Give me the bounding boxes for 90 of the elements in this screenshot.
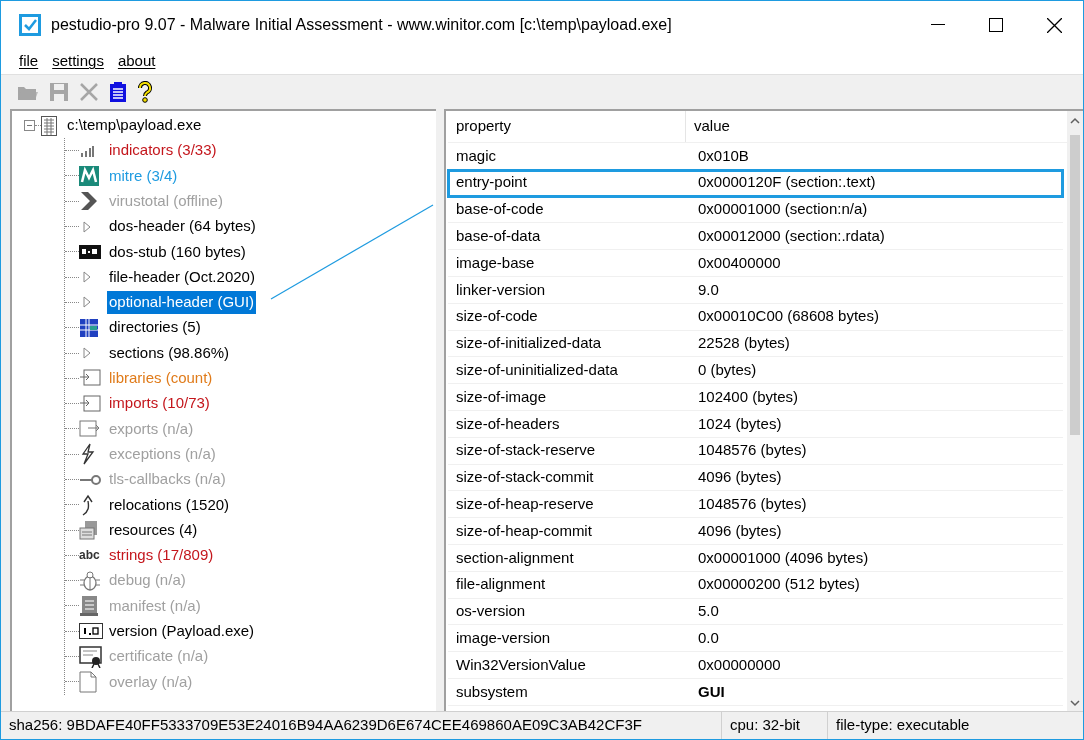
table-cell-text: image-version	[455, 628, 552, 648]
import-icon	[79, 368, 101, 389]
table-cell-text: subsystem	[455, 681, 529, 702]
table-cell-text: base-of-code	[455, 199, 545, 220]
scrollbar[interactable]	[1067, 111, 1083, 711]
table-cell-text: Win32VersionValue	[455, 654, 587, 675]
table-cell-text: 0x00012000 (section:.rdata)	[697, 226, 886, 247]
document-icon	[79, 595, 99, 617]
table-cell-text: linker-version	[455, 279, 547, 300]
page-icon	[79, 670, 97, 693]
menu-item[interactable]: about	[117, 50, 156, 73]
tree-item[interactable]: indicators (3/33)	[107, 139, 219, 162]
app-icon	[19, 14, 41, 36]
tree-item[interactable]: imports (10/73)	[107, 392, 212, 415]
tree-item[interactable]: file-header (Oct.2020)	[107, 265, 257, 289]
table-cell-text: size-of-stack-reserve	[455, 440, 597, 461]
export-icon	[79, 418, 101, 439]
scroll-thumb[interactable]	[1070, 135, 1080, 435]
table-cell-text: 4096 (bytes)	[697, 520, 783, 541]
chevron-icon	[79, 191, 99, 212]
table-cell-text: size-of-initialized-data	[455, 333, 603, 354]
table-cell-text: section-alignment	[455, 547, 575, 568]
tree-item[interactable]: resources (4)	[107, 518, 200, 542]
table-cell-text: 0x00001000 (4096 bytes)	[697, 547, 870, 568]
clipboard-icon[interactable]	[109, 81, 127, 103]
tree-item[interactable]: strings (17/809)	[107, 544, 216, 567]
tree-item[interactable]: version (Payload.exe)	[107, 620, 257, 643]
table-cell-text: size-of-heap-commit	[455, 520, 593, 541]
table-cell-text: 0x00001000 (section:n/a)	[697, 199, 869, 220]
table-cell-text: 1048576 (bytes)	[697, 494, 808, 514]
tree-item[interactable]: c:\temp\payload.exe	[67, 114, 202, 137]
table-cell-text: 0.0	[697, 628, 720, 648]
table-cell-text: 1024 (bytes)	[697, 413, 783, 434]
tree-item[interactable]: relocations (1520)	[107, 493, 232, 517]
table-cell-text: 5.0	[697, 601, 720, 622]
tree-item[interactable]: directories (5)	[107, 316, 203, 339]
tree-item[interactable]: sections (98.86%)	[107, 341, 232, 365]
table-cell-text: size-of-stack-commit	[455, 467, 595, 488]
table-cell-text: magic	[455, 145, 497, 166]
table-cell-text: file-alignment	[455, 574, 547, 595]
window-title: pestudio-pro 9.07 - Malware Initial Assessment - www.winitor.com [c:\temp\payload.exe]	[51, 15, 673, 35]
close-icon	[1046, 17, 1062, 33]
minimize-icon	[931, 24, 945, 26]
scroll-up-icon[interactable]	[1070, 117, 1080, 125]
table-cell-text: 102400 (bytes)	[697, 386, 800, 407]
table-cell-text: image-base	[455, 252, 536, 273]
version-icon	[79, 623, 103, 640]
table-cell-text: 0x010B	[697, 145, 750, 166]
table-cell-text: 9.0	[697, 279, 720, 300]
table-cell-text: 1048576 (bytes)	[697, 440, 808, 461]
file-icon	[41, 115, 57, 136]
help-icon[interactable]	[137, 81, 153, 103]
table-icon	[79, 317, 99, 338]
table-cell-text: 0x00400000	[697, 252, 782, 273]
console-icon	[79, 244, 101, 259]
status-text: cpu: 32-bit	[721, 712, 827, 739]
table-cell-text: 22528 (bytes)	[697, 333, 791, 354]
table-cell-text: base-of-data	[455, 226, 542, 247]
table-cell-text: 0x00000000	[697, 654, 782, 675]
maximize-icon	[989, 18, 1003, 32]
column-header[interactable]: property	[448, 111, 686, 142]
key-icon	[79, 473, 101, 486]
table-cell-text: size-of-code	[455, 306, 539, 327]
table-cell-text: size-of-image	[455, 386, 548, 407]
scroll-down-icon[interactable]	[1070, 699, 1080, 707]
lightning-icon	[79, 443, 95, 466]
tree-item[interactable]: dos-stub (160 bytes)	[107, 240, 248, 264]
table-cell-text: 0x00000200 (512 bytes)	[697, 574, 861, 595]
tree-item[interactable]: optional-header (GUI)	[107, 291, 257, 314]
m-logo-icon	[79, 165, 99, 186]
status-text: file-type: executable	[827, 712, 1083, 739]
table-cell-text: GUI	[697, 681, 726, 702]
table-cell-text: os-version	[455, 601, 527, 622]
table-cell-text: size-of-uninitialized-data	[455, 360, 619, 380]
collapse-toggle[interactable]	[24, 120, 35, 131]
table-cell-text: size-of-heap-reserve	[455, 494, 595, 514]
import-icon	[79, 393, 101, 414]
column-header[interactable]: value	[686, 111, 1067, 142]
tree-item[interactable]: dos-header (64 bytes)	[107, 215, 258, 238]
menu-item[interactable]: settings	[52, 50, 104, 73]
abc-icon: abc	[79, 549, 100, 562]
status-text: sha256: 9BDAFE40FF5333709E53E24016B94AA6239D6E674CEE469860AE09C3AB42CF3F	[8, 715, 643, 736]
table-cell-text: size-of-headers	[455, 413, 561, 434]
table-cell-text: 0x0000120F (section:.text)	[697, 172, 877, 193]
table-cell-text: 0x00010C00 (68608 bytes)	[697, 306, 880, 327]
table-cell-text: entry-point	[455, 172, 528, 193]
menu-item[interactable]: file	[19, 50, 39, 73]
table-cell-text: 4096 (bytes)	[697, 467, 783, 488]
table-cell-text: 0 (bytes)	[697, 360, 758, 380]
bug-icon	[79, 569, 101, 592]
